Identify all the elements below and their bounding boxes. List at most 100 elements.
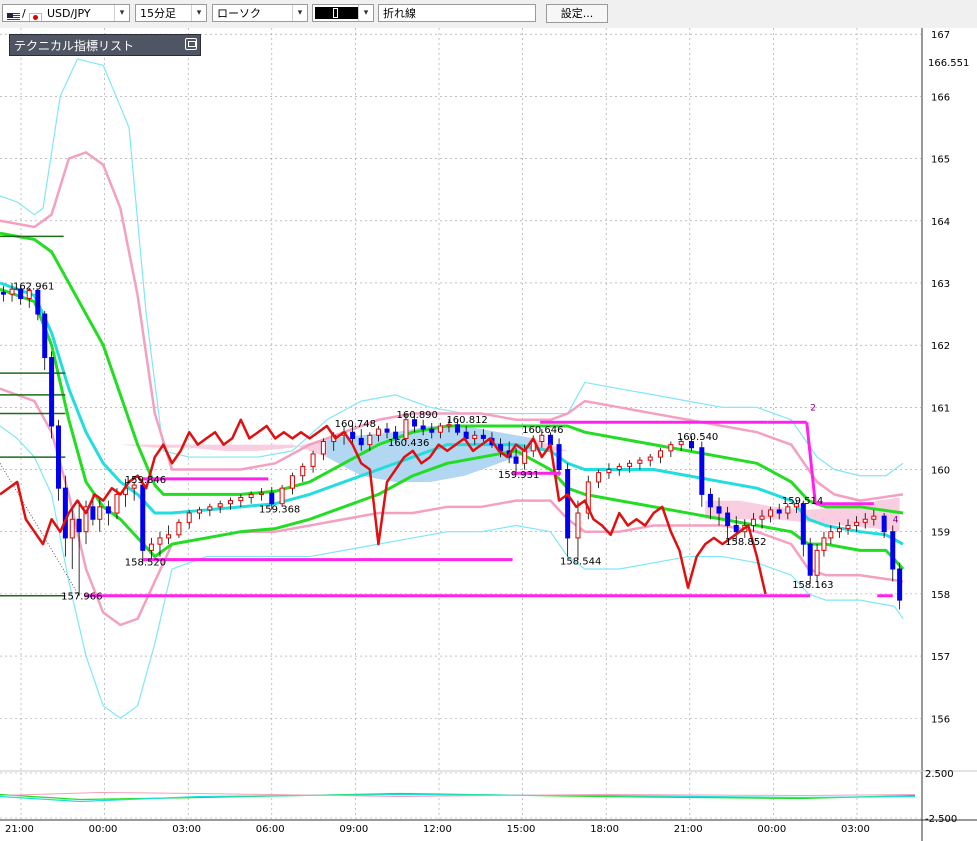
- candle: [140, 478, 146, 563]
- candle-body: [114, 493, 120, 514]
- candle-body: [845, 524, 851, 530]
- candle-body: [279, 487, 285, 505]
- candle-body: [310, 453, 316, 467]
- candle-body: [49, 357, 55, 427]
- line-type-label: 折れ線: [383, 7, 416, 20]
- candle-body: [358, 437, 364, 446]
- price-label: 158.544: [560, 556, 601, 567]
- candle-body: [539, 434, 545, 443]
- candle-body: [658, 450, 664, 458]
- candle-body: [0, 291, 6, 295]
- line-type-field[interactable]: 折れ線: [378, 4, 536, 22]
- indicator-list-panel[interactable]: テクニカル指標リスト: [9, 34, 201, 56]
- price-label: 158.520: [125, 558, 166, 569]
- candle-body: [217, 503, 223, 508]
- candle-body: [800, 503, 806, 545]
- x-tick-label: 03:00: [841, 824, 870, 835]
- price-label: 157.966: [61, 592, 102, 603]
- candle-body: [750, 518, 756, 526]
- candle: [55, 419, 61, 501]
- x-tick-label: 21:00: [674, 824, 703, 835]
- chevron-down-icon: ▾: [292, 5, 307, 21]
- chart-type-label: ローソク: [217, 7, 261, 20]
- candle-body: [881, 515, 887, 533]
- candle-body: [814, 549, 820, 576]
- chart-type-select[interactable]: ローソク ▾: [212, 4, 308, 22]
- x-tick-label: 15:00: [507, 824, 536, 835]
- x-tick-label: 00:00: [89, 824, 118, 835]
- candle-body: [105, 506, 111, 514]
- candle-body: [668, 444, 674, 452]
- candle-body: [350, 431, 356, 439]
- candle-body: [35, 289, 41, 315]
- osc-tick-label: -2.500: [925, 814, 957, 825]
- y-tick-label: 159: [931, 528, 950, 539]
- restore-window-icon[interactable]: [185, 38, 197, 50]
- candle-body: [575, 512, 581, 539]
- candle-body: [606, 469, 612, 474]
- price-chart[interactable]: 167 166 165 164 163 162 161 160 159 158 157 156 166.…: [0, 28, 977, 841]
- candle-body: [289, 475, 295, 489]
- candle-body: [707, 493, 713, 508]
- candle-body: [513, 456, 519, 464]
- candle-body: [62, 487, 68, 539]
- toolbar: / USD/JPY ▾ 15分足 ▾ ローソク ▾ ▾ 折れ線 設定...: [0, 0, 977, 29]
- candle-body: [97, 506, 103, 520]
- candle-body: [759, 515, 765, 520]
- candle-body: [429, 428, 435, 433]
- x-tick-label: 21:00: [5, 824, 34, 835]
- candle-body: [897, 568, 903, 601]
- candle-body: [76, 518, 82, 533]
- candle-body: [238, 496, 244, 502]
- candle-body: [69, 518, 75, 539]
- y-tick-label: 164: [931, 217, 950, 228]
- wave-marker: 4: [893, 515, 899, 525]
- candle-body: [821, 537, 827, 551]
- candle-body: [627, 462, 633, 467]
- candle-body: [768, 509, 774, 517]
- chevron-down-icon: ▾: [358, 5, 373, 21]
- x-tick-label: 06:00: [256, 824, 285, 835]
- price-label: 162.961: [13, 281, 54, 292]
- candle-body: [320, 441, 326, 455]
- color-select[interactable]: ▾: [312, 4, 374, 22]
- candle-body: [547, 434, 553, 446]
- y-tick-label: 160: [931, 466, 950, 477]
- candle-body: [871, 515, 877, 520]
- x-tick-label: 03:00: [172, 824, 201, 835]
- x-tick-label: 09:00: [339, 824, 368, 835]
- candle: [176, 519, 182, 538]
- candle: [279, 485, 285, 507]
- candle-body: [420, 425, 426, 430]
- current-price-label: 166.551: [928, 58, 969, 69]
- y-tick-label: 157: [931, 652, 950, 663]
- candle-body: [258, 492, 264, 495]
- candle-body: [807, 543, 813, 576]
- x-tick-label: 18:00: [590, 824, 619, 835]
- candle-body: [647, 456, 653, 461]
- price-label: 159.931: [498, 470, 539, 481]
- y-tick-label: 163: [931, 279, 950, 290]
- symbol-select[interactable]: / USD/JPY ▾: [2, 4, 130, 22]
- candle-body: [854, 521, 860, 526]
- candle-body: [140, 484, 146, 551]
- candle-body: [890, 531, 896, 570]
- settings-button[interactable]: 設定...: [546, 4, 608, 23]
- y-tick-label: 162: [931, 341, 950, 352]
- candle: [49, 351, 55, 439]
- candle-body: [472, 434, 478, 439]
- y-tick-label: 166: [931, 92, 950, 103]
- candle-body: [157, 537, 163, 545]
- candle-body: [166, 534, 172, 539]
- y-tick-label: 165: [931, 155, 950, 166]
- flag-divider: /: [22, 7, 26, 20]
- x-tick-label: 12:00: [423, 824, 452, 835]
- candle-body: [733, 524, 739, 533]
- candle-body: [716, 506, 722, 514]
- candle-body: [228, 500, 233, 505]
- timeframe-select[interactable]: 15分足 ▾: [135, 4, 207, 22]
- price-label: 160.890: [397, 410, 438, 421]
- candle-body: [862, 518, 868, 523]
- price-label: 159.514: [782, 496, 823, 507]
- candle-body: [556, 444, 562, 471]
